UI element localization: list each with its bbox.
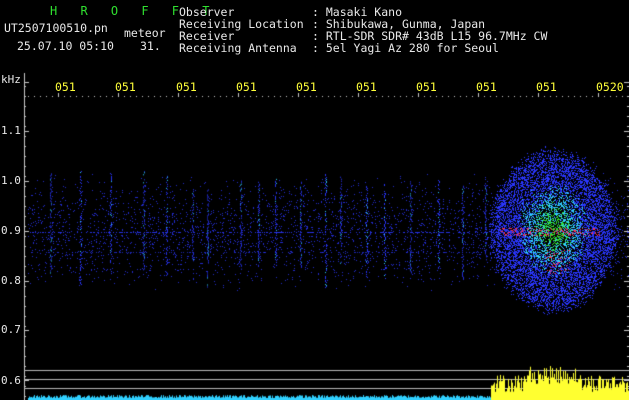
x-tick-label: 051: [236, 80, 257, 94]
y-axis-unit: kHz: [1, 73, 21, 86]
x-tick-label: 051: [416, 80, 437, 94]
x-tick-label: 051: [176, 80, 197, 94]
y-tick-label: 0.9: [1, 224, 21, 237]
observation-type: meteor: [124, 26, 166, 40]
observation-extra: 31.: [140, 39, 161, 53]
label-antenna: Receiving Antenna: [179, 41, 297, 55]
observation-datetime: 25.07.10 05:10: [17, 39, 114, 53]
x-tick-label: 051: [356, 80, 377, 94]
x-tick-label: 051: [536, 80, 557, 94]
y-tick-label: 0.6: [1, 374, 21, 387]
y-tick-label: 1.1: [1, 124, 21, 137]
y-tick-label: 0.7: [1, 323, 21, 336]
x-tick-label: 051: [296, 80, 317, 94]
value-antenna: : 5el Yagi Az 280 for Seoul: [312, 41, 499, 55]
file-name: UT2507100510.pn: [4, 21, 108, 35]
y-tick-label: 0.8: [1, 274, 21, 287]
x-tick-label: 051: [476, 80, 497, 94]
x-tick-label: 051: [115, 80, 136, 94]
spectrogram-canvas: [0, 0, 629, 400]
x-tick-label: 0520: [596, 80, 624, 94]
x-tick-label: 051: [55, 80, 76, 94]
y-tick-label: 1.0: [1, 174, 21, 187]
